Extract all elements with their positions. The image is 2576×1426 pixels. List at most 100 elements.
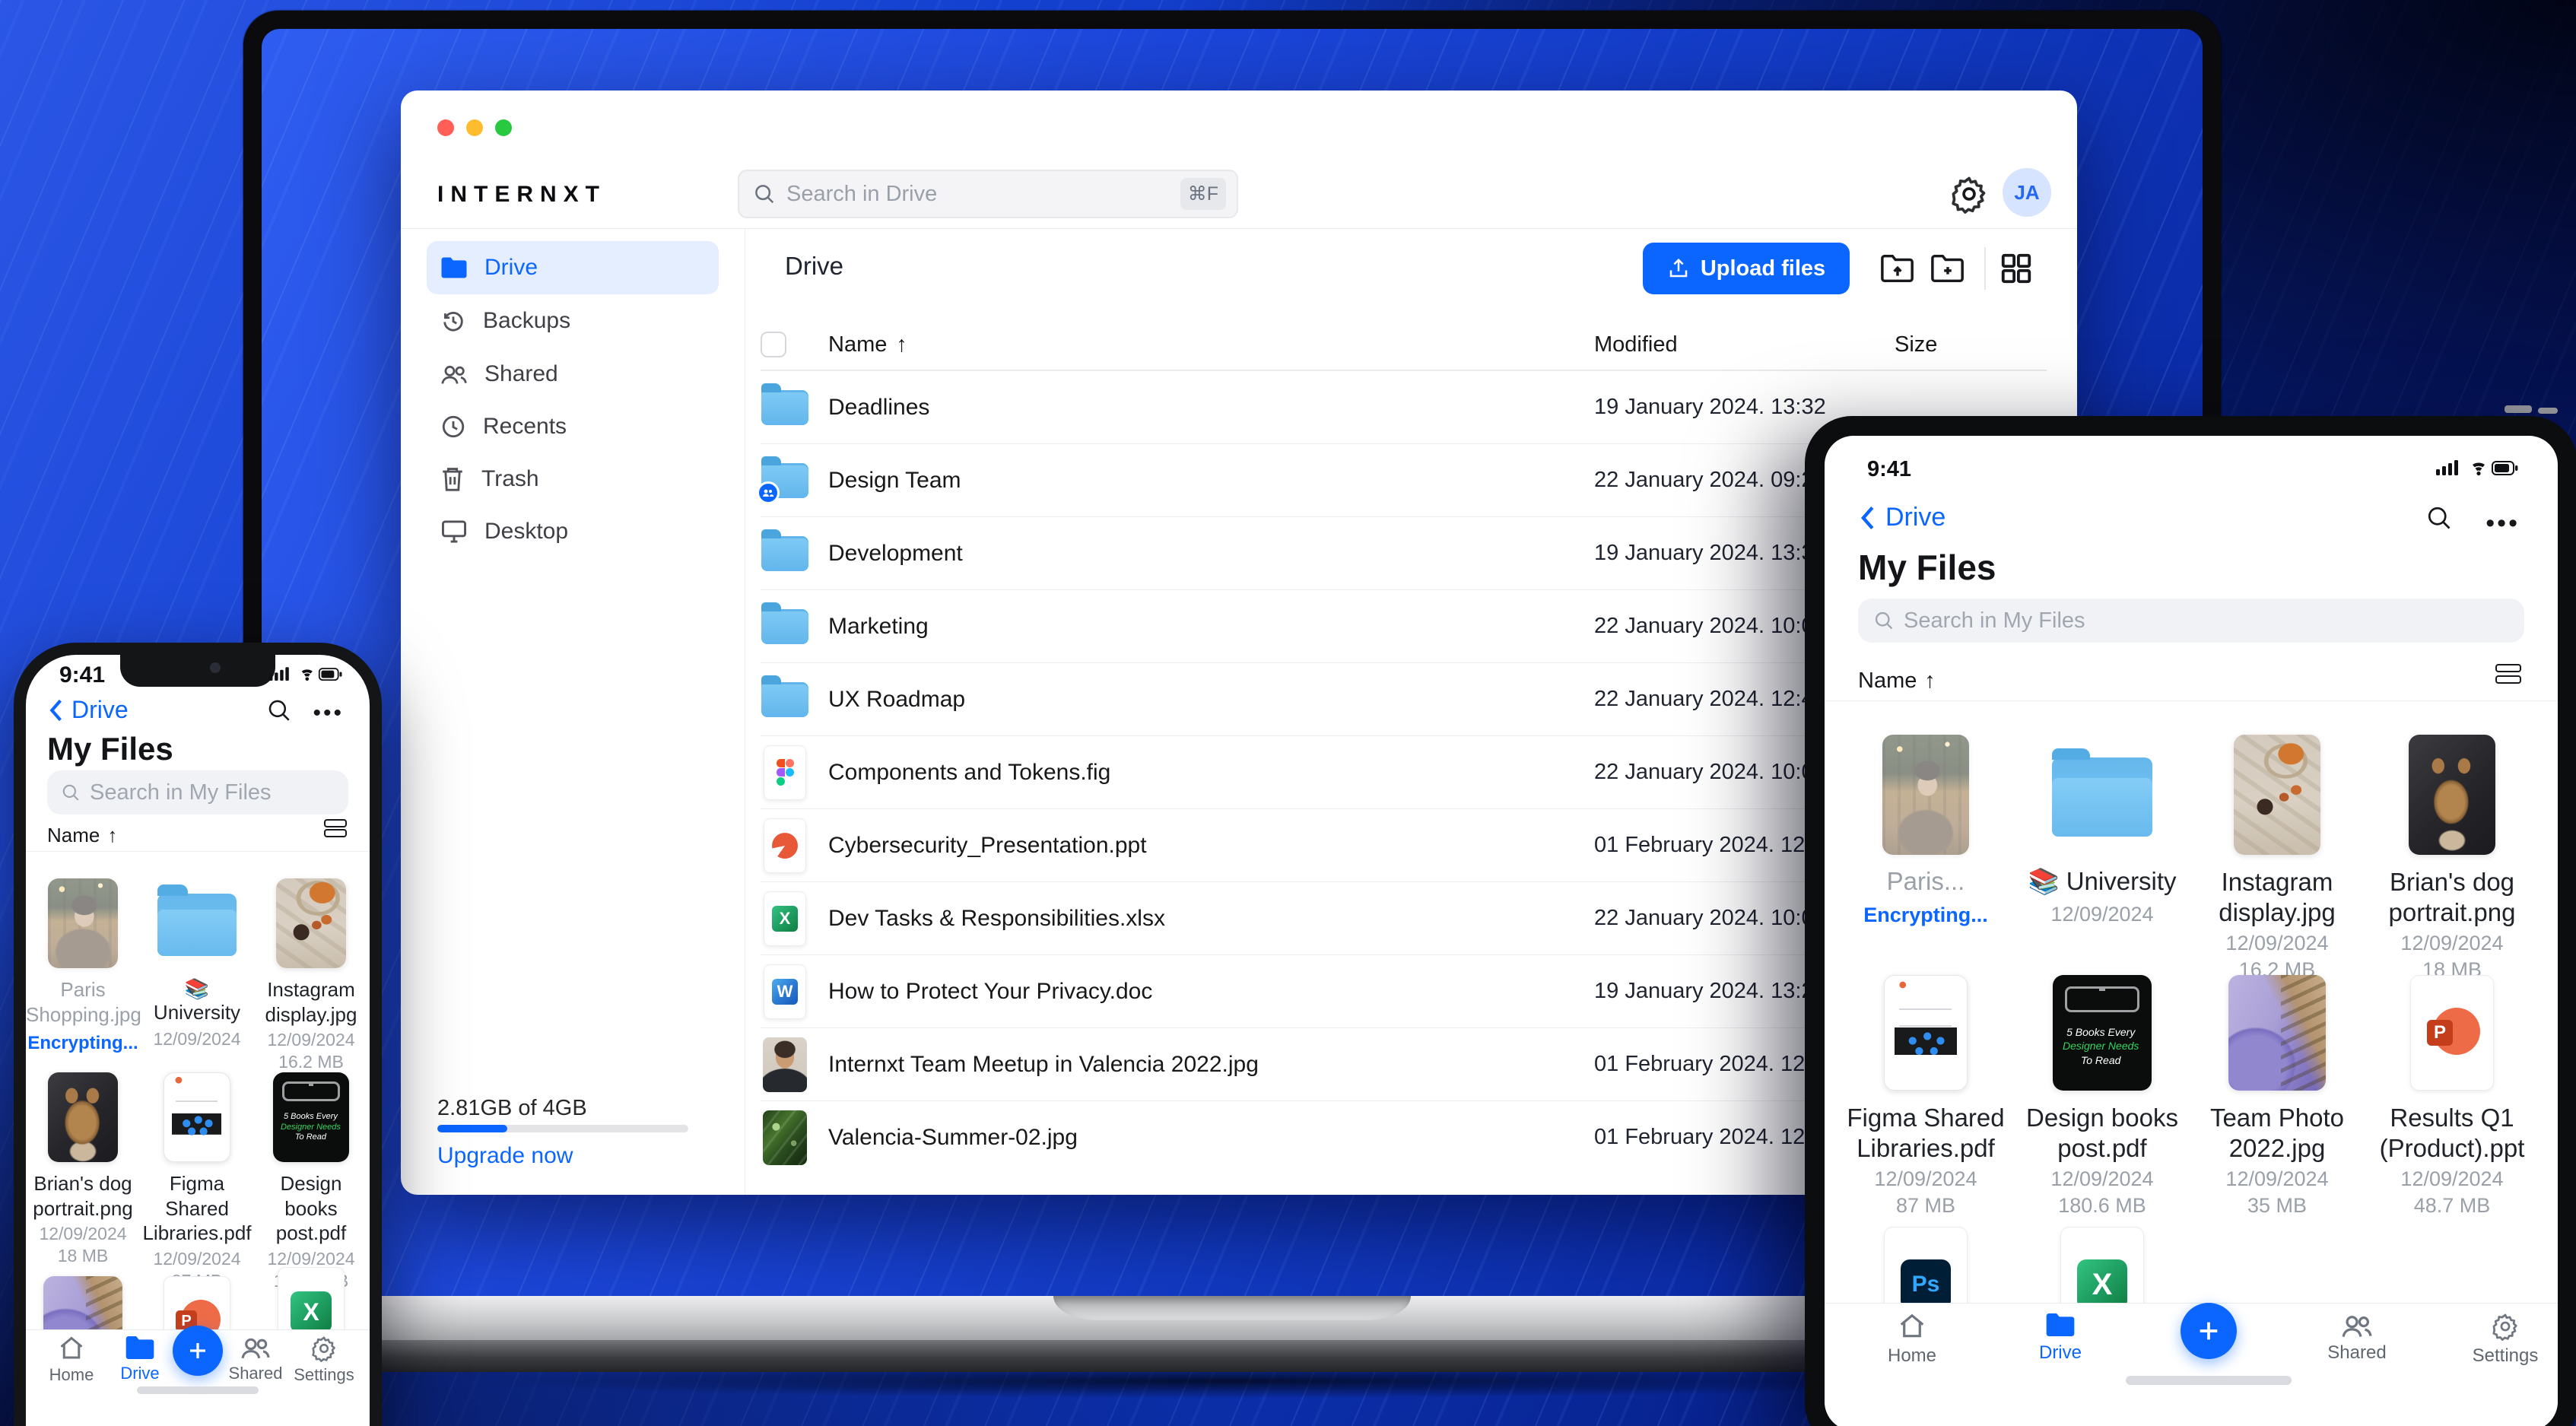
tablet-page-title: My Files (1858, 548, 1996, 587)
tablet-nav-drive[interactable]: Drive (2015, 1312, 2106, 1364)
tablet-nav-settings[interactable]: Settings (2460, 1312, 2551, 1367)
home-icon (1900, 1313, 1924, 1338)
tablet-search-input[interactable]: Search in My Files (1858, 599, 2524, 643)
tablet-status-icons (2436, 459, 2518, 478)
folder-icon (761, 529, 808, 571)
sidebar-label: Backups (483, 308, 571, 333)
photo-thumbnail-leaves (763, 1110, 807, 1165)
settings-gear-icon[interactable] (1949, 174, 1989, 214)
upgrade-now-link[interactable]: Upgrade now (437, 1143, 573, 1169)
grid-item-instagram[interactable]: Instagram display.jpg 12/09/2024 16.2 MB (2190, 735, 2365, 982)
phone-search-input[interactable]: Search in My Files (47, 770, 348, 815)
plus-icon (190, 1343, 205, 1358)
phone-more-menu-icon[interactable]: ••• (313, 700, 344, 726)
phone-search-icon[interactable] (266, 697, 292, 723)
column-size[interactable]: Size (1895, 332, 1937, 357)
page-title: Drive (785, 252, 844, 280)
photo-thumbnail-paris (1882, 735, 1969, 855)
tablet-nav-shared[interactable]: Shared (2311, 1312, 2403, 1364)
grid-item-figma-pdf[interactable]: Figma Shared Libraries.pdf 12/09/2024 87… (1838, 975, 2013, 1218)
window-zoom-button[interactable] (495, 119, 512, 136)
tablet-device: 9:41 Drive ••• My Files Search in My Fil… (1805, 416, 2576, 1426)
plus-icon (2200, 1322, 2218, 1340)
window-close-button[interactable] (437, 119, 454, 136)
tablet-more-menu-icon[interactable]: ••• (2485, 509, 2520, 538)
tablet-back-button[interactable]: Drive (1858, 503, 1945, 532)
sidebar-item-backups[interactable]: Backups (427, 294, 719, 348)
internxt-logo: INTERNXT (437, 182, 606, 207)
search-icon (1875, 611, 1893, 630)
shared-people-icon (241, 1338, 270, 1359)
phone-add-button[interactable] (173, 1326, 223, 1376)
phone-notch (120, 655, 275, 687)
phone-back-button[interactable]: Drive (47, 696, 129, 724)
phone-nav-shared[interactable]: Shared (218, 1335, 294, 1383)
sidebar-item-shared[interactable]: Shared (427, 348, 719, 401)
desktop-monitor-icon (442, 520, 466, 543)
excel-file-icon: X (764, 891, 806, 946)
photo-thumbnail-autumn (276, 878, 346, 968)
trash-icon (443, 468, 462, 491)
grid-item-paris[interactable]: Paris Shopping.jpg Encrypting... (26, 878, 141, 1054)
grid-item-dog[interactable]: Brian's dog portrait.png 12/09/2024 18 M… (2365, 735, 2539, 982)
shared-people-icon (441, 365, 467, 384)
grid-item-design-books[interactable]: 5 Books Every Designer Needs To Read Desig… (2015, 975, 2190, 1218)
folder-icon (157, 885, 237, 956)
laptop-thumb-scoop (1053, 1296, 1411, 1320)
phone-list-view-toggle[interactable] (324, 819, 347, 837)
tablet-nav-home[interactable]: Home (1866, 1312, 1958, 1367)
folder-icon (441, 257, 467, 278)
sidebar-label: Recents (483, 414, 567, 439)
grid-item-figma-pdf[interactable]: Figma Shared Libraries.pdf 12/09/2024 87… (140, 1072, 254, 1291)
upload-folder-icon[interactable] (1878, 249, 1917, 288)
grid-item-dog[interactable]: Brian's dog portrait.png 12/09/2024 18 M… (26, 1072, 140, 1266)
grid-item-design-books[interactable]: 5 Books Every Designer Needs To Read Desig… (254, 1072, 368, 1291)
grid-item-paris[interactable]: Paris... Encrypting... (1838, 735, 2013, 927)
account-avatar[interactable]: JA (2003, 168, 2051, 217)
document-thumbnail-bookcover: 5 Books Every Designer Needs To Read (273, 1072, 349, 1162)
search-icon (755, 185, 774, 204)
window-minimize-button[interactable] (466, 119, 483, 136)
chevron-left-icon (1860, 506, 1874, 529)
folder-icon (761, 602, 808, 644)
tablet-power-button (2538, 408, 2558, 414)
select-all-checkbox[interactable] (761, 332, 786, 357)
tablet-home-indicator[interactable] (2126, 1376, 2292, 1385)
sidebar-item-recents[interactable]: Recents (427, 400, 719, 453)
drive-search-input[interactable]: Search in Drive ⌘F (738, 170, 1238, 218)
tablet-add-button[interactable] (2181, 1303, 2237, 1359)
tablet-list-view-toggle[interactable] (2495, 664, 2521, 684)
grid-item-results-ppt[interactable]: P Results Q1 (Product).ppt 12/09/2024 48… (2365, 975, 2539, 1218)
figma-file-icon (764, 745, 806, 800)
gear-icon (2492, 1313, 2517, 1341)
word-file-icon: W (764, 964, 806, 1019)
grid-item-team-photo[interactable]: Team Photo 2022.jpg 12/09/2024 35 MB (2190, 975, 2365, 1218)
sidebar-label: Trash (481, 466, 539, 491)
shared-folder-icon (757, 456, 808, 504)
column-modified[interactable]: Modified (1594, 332, 1678, 357)
tablet-search-icon[interactable] (2425, 504, 2453, 532)
grid-item-university[interactable]: 📚 University 12/09/2024 (2015, 735, 2190, 926)
phone-nav-settings[interactable]: Settings (286, 1335, 362, 1385)
grid-item-instagram[interactable]: Instagram display.jpg 12/09/2024 16.2 MB (254, 878, 368, 1072)
shared-people-icon (2342, 1316, 2372, 1337)
sidebar-item-drive[interactable]: Drive (427, 241, 719, 294)
sidebar-label: Desktop (484, 519, 569, 544)
phone-home-indicator[interactable] (137, 1386, 259, 1394)
sidebar-item-trash[interactable]: Trash (427, 453, 719, 506)
sidebar-item-desktop[interactable]: Desktop (427, 505, 719, 558)
new-folder-icon[interactable] (1928, 249, 1968, 288)
column-name[interactable]: Name ↑ (828, 332, 907, 357)
phone-sort-by-name[interactable]: Name ↑ (47, 824, 117, 847)
upload-files-button[interactable]: Upload files (1643, 243, 1850, 294)
phone-nav-home[interactable]: Home (33, 1335, 110, 1385)
tablet-screen: 9:41 Drive ••• My Files Search in My Fil… (1825, 436, 2558, 1426)
header-divider (401, 228, 2077, 229)
grid-item-university[interactable]: 📚 University 12/09/2024 (140, 878, 254, 1050)
grid-view-icon[interactable] (1996, 249, 2036, 288)
gear-icon (312, 1336, 335, 1362)
drive-folder-icon (125, 1336, 154, 1359)
phone-nav-drive[interactable]: Drive (102, 1335, 178, 1383)
sidebar-label: Drive (484, 255, 538, 280)
tablet-sort-by-name[interactable]: Name ↑ (1858, 669, 1936, 694)
